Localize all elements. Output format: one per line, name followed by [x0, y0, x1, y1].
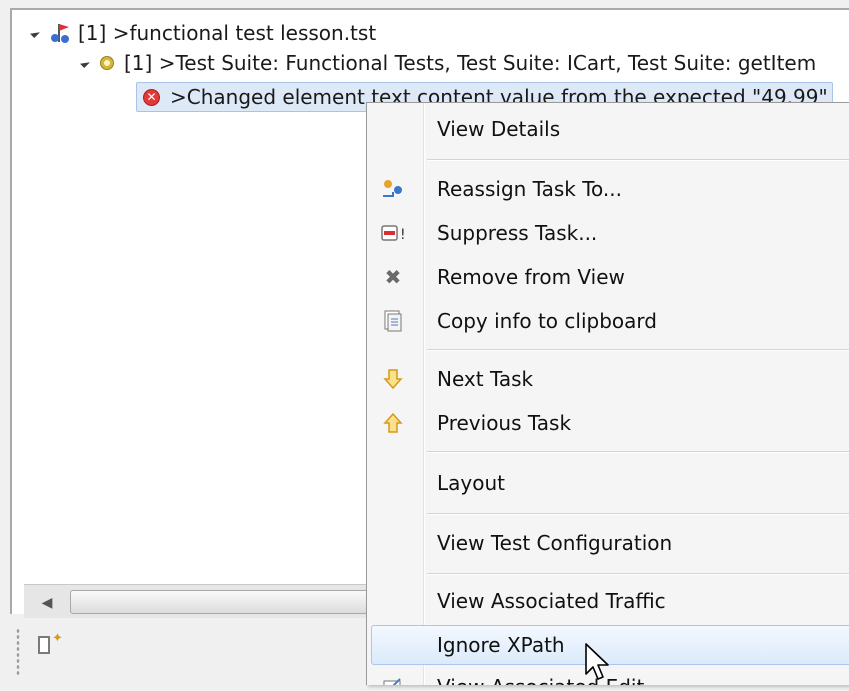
tree-suite-label: [1] >Test Suite: Functional Tests, Test …: [124, 51, 817, 75]
tree-row-root[interactable]: [1] >functional test lesson.tst: [30, 18, 377, 48]
menu-item-layout[interactable]: Layout: [367, 463, 849, 503]
test-suite-icon: [100, 56, 114, 70]
menu-item-label: Layout: [437, 471, 505, 495]
remove-icon: ✖: [384, 265, 402, 289]
edit-icon: [381, 675, 405, 685]
menu-item-suppress-task[interactable]: ! Suppress Task...: [367, 213, 849, 253]
menu-item-label: Previous Task: [437, 411, 572, 435]
menu-item-view-associated-traffic[interactable]: View Associated Traffic: [367, 581, 849, 621]
menu-item-previous-task[interactable]: Previous Task: [367, 403, 849, 443]
menu-item-label: Suppress Task...: [437, 221, 598, 245]
toolbar-grip-icon: [16, 628, 20, 676]
error-icon: ✕: [143, 88, 160, 106]
mouse-cursor-icon: [584, 642, 614, 686]
menu-item-label: Ignore XPath: [437, 633, 565, 657]
reassign-icon: [381, 177, 405, 201]
menu-separator: [427, 573, 849, 575]
menu-item-copy-info[interactable]: Copy info to clipboard: [367, 301, 849, 341]
menu-item-label: View Associated Traffic: [437, 589, 666, 613]
new-view-icon[interactable]: [38, 636, 50, 654]
tree-root-label: [1] >functional test lesson.tst: [78, 21, 377, 45]
menu-item-label: Copy info to clipboard: [437, 309, 657, 333]
scroll-thumb[interactable]: [70, 590, 390, 614]
new-view-spark-icon: ✦: [52, 631, 63, 646]
menu-separator: [427, 451, 849, 453]
suppress-icon: !: [381, 221, 405, 245]
svg-text:!: !: [400, 227, 405, 243]
expand-twisty-icon[interactable]: [30, 28, 40, 38]
tree-row-suite[interactable]: [1] >Test Suite: Functional Tests, Test …: [80, 48, 817, 78]
menu-item-label: View Test Configuration: [437, 531, 673, 555]
menu-separator: [427, 159, 849, 161]
test-flag-icon: [50, 22, 74, 44]
window: [1] >functional test lesson.tst [1] >Tes…: [0, 0, 849, 685]
scroll-left-arrow-icon[interactable]: ◀: [32, 593, 62, 613]
menu-separator: [427, 349, 849, 351]
menu-item-label: View Details: [437, 117, 561, 141]
clipboard-icon: [381, 309, 405, 333]
menu-item-view-details[interactable]: View Details: [367, 109, 849, 149]
menu-separator: [427, 513, 849, 515]
menu-item-remove-from-view[interactable]: ✖ Remove from View: [367, 257, 849, 297]
menu-item-label: Remove from View: [437, 265, 625, 289]
arrow-up-icon: [381, 411, 405, 435]
menu-item-label: Reassign Task To...: [437, 177, 622, 201]
expand-twisty-icon[interactable]: [80, 58, 90, 68]
menu-item-reassign-task[interactable]: Reassign Task To...: [367, 169, 849, 209]
menu-item-view-test-configuration[interactable]: View Test Configuration: [367, 523, 849, 563]
arrow-down-icon: [381, 367, 405, 391]
context-menu: View Details Reassign Task To... !: [366, 102, 849, 685]
menu-item-next-task[interactable]: Next Task: [367, 359, 849, 399]
horizontal-scrollbar[interactable]: ◀: [24, 584, 390, 621]
menu-item-label: Next Task: [437, 367, 534, 391]
